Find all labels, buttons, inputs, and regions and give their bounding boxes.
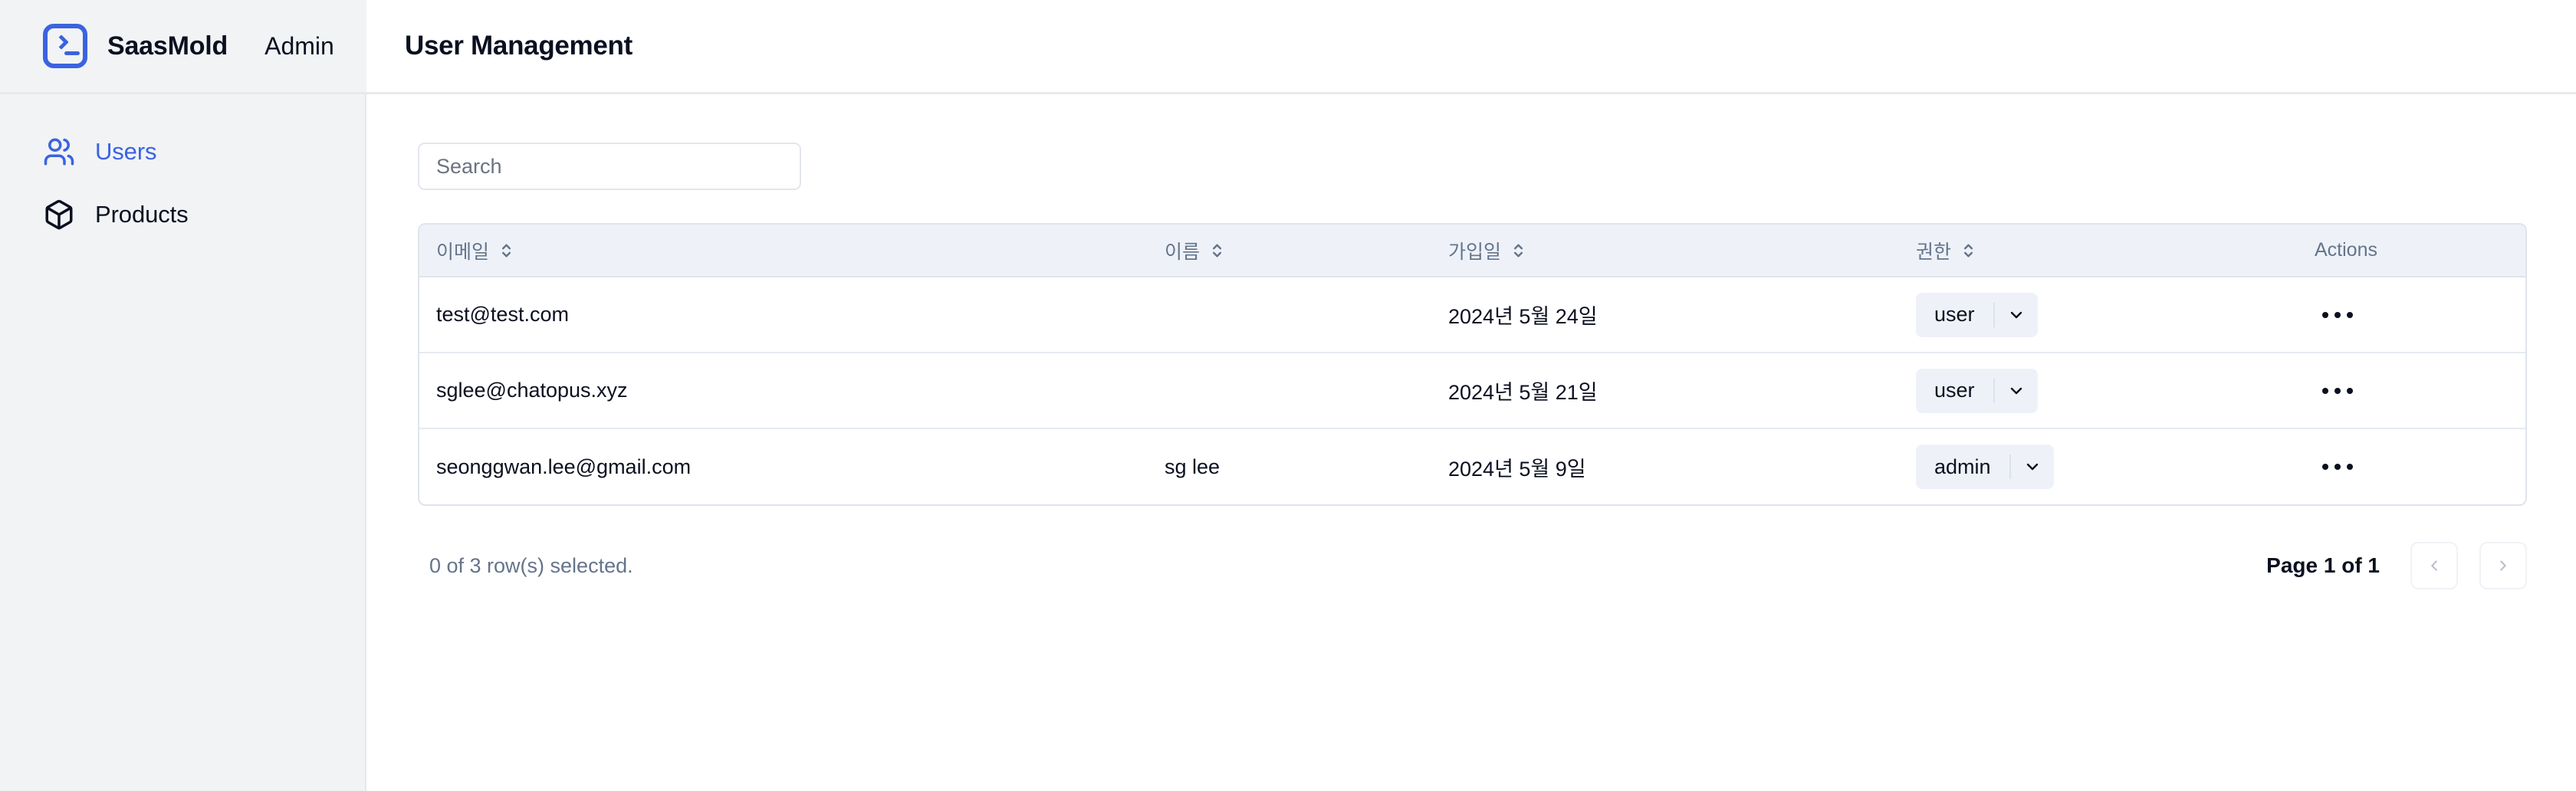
cell-name: [1148, 277, 1431, 353]
cell-name: sg lee: [1165, 455, 1221, 478]
ellipsis-dot: [2347, 464, 2353, 471]
page-title: User Management: [405, 31, 632, 61]
ellipsis-dot: [2334, 387, 2341, 394]
sidebar-item-products[interactable]: Products: [43, 192, 365, 238]
brand-name: SaasMold: [107, 31, 228, 61]
role-value: user: [1934, 303, 1975, 326]
cell-joined: 2024년 5월 9일: [1448, 457, 1586, 481]
chevron-down-icon[interactable]: [1995, 369, 2038, 413]
sidebar-item-label-users: Users: [95, 138, 157, 165]
brand-section-label[interactable]: Admin: [264, 32, 334, 61]
terminal-chevron-glyph: [54, 34, 69, 50]
ellipsis-dot: [2322, 387, 2328, 394]
cell-email: sglee@chatopus.xyz: [419, 353, 1148, 429]
ellipsis-dot: [2322, 464, 2328, 471]
top-bar: SaasMold Admin User Management: [0, 0, 2576, 94]
cell-actions: [2298, 428, 2525, 504]
cell-name: [1148, 353, 1431, 429]
cell-email: test@test.com: [419, 277, 1148, 353]
ellipsis-dot: [2347, 311, 2353, 318]
cell-role: admin: [1899, 428, 2298, 504]
column-header-email[interactable]: 이메일: [419, 225, 1148, 277]
column-header-role[interactable]: 권한: [1899, 225, 2298, 277]
previous-page-button[interactable]: [2410, 542, 2458, 589]
column-label-role: 권한: [1916, 241, 1952, 263]
chevron-left-icon: [2431, 560, 2437, 571]
sort-icon: [1513, 244, 1523, 257]
row-actions-ellipsis-icon[interactable]: [2315, 455, 2361, 479]
app-root: SaasMold Admin User Management Users Pro…: [0, 0, 2576, 791]
column-header-joined[interactable]: 가입일: [1431, 225, 1899, 277]
users-table-container: 이메일 이름 가입일 권한 Actions test@test.com 2024…: [418, 223, 2527, 506]
chevron-down-icon[interactable]: [1995, 293, 2038, 337]
cell-joined: 2024년 5월 21일: [1431, 353, 1899, 429]
table-row[interactable]: test@test.com 2024년 5월 24일 user: [419, 277, 2525, 353]
ellipsis-dot: [2334, 311, 2341, 318]
ellipsis-dot: [2347, 387, 2353, 394]
sidebar-item-users[interactable]: Users: [43, 129, 365, 175]
chevron-right-icon: [2500, 560, 2506, 571]
users-icon: [43, 136, 75, 168]
users-table: 이메일 이름 가입일 권한 Actions test@test.com 2024…: [419, 225, 2525, 504]
table-footer: 0 of 3 row(s) selected. Page 1 of 1: [418, 542, 2527, 589]
sort-icon: [501, 244, 511, 257]
row-actions-ellipsis-icon[interactable]: [2315, 379, 2361, 403]
column-label-joined: 가입일: [1448, 241, 1502, 263]
row-actions-ellipsis-icon[interactable]: [2315, 303, 2361, 327]
table-body: test@test.com 2024년 5월 24일 user sglee@ch…: [419, 277, 2525, 504]
column-header-actions: Actions: [2298, 225, 2525, 277]
cell-actions: [2298, 353, 2525, 429]
column-label-email: 이메일: [436, 241, 490, 263]
cell-role: user: [1899, 277, 2298, 353]
table-header-row: 이메일 이름 가입일 권한 Actions: [419, 225, 2525, 277]
role-value: user: [1934, 379, 1975, 402]
sort-icon: [1963, 244, 1973, 257]
cell-role: user: [1899, 353, 2298, 429]
brand-area[interactable]: SaasMold Admin: [0, 0, 366, 92]
cell-email: seonggwan.lee@gmail.com: [436, 455, 692, 478]
sidebar-item-label-products: Products: [95, 201, 189, 228]
column-header-name[interactable]: 이름: [1148, 225, 1431, 277]
terminal-icon: [43, 24, 87, 68]
rows-selected-label: 0 of 3 row(s) selected.: [429, 553, 633, 577]
main-content: 이메일 이름: [368, 97, 2576, 791]
role-select-button[interactable]: admin: [1916, 445, 2054, 489]
next-page-button[interactable]: [2479, 542, 2527, 589]
ellipsis-dot: [2334, 464, 2341, 471]
table-header: 이메일 이름 가입일 권한 Actions: [419, 225, 2525, 277]
sort-icon: [1212, 244, 1222, 257]
role-select-button[interactable]: user: [1916, 292, 2038, 337]
sidebar-nav: Users Products: [0, 97, 365, 254]
table-row[interactable]: sglee@chatopus.xyz 2024년 5월 21일 user: [419, 353, 2525, 429]
table-row[interactable]: seonggwan.lee@gmail.com sg lee 2024년 5월 …: [419, 428, 2525, 504]
ellipsis-dot: [2322, 311, 2328, 318]
page-title-container: User Management: [366, 0, 2576, 92]
terminal-underscore-glyph: [64, 51, 80, 55]
cell-actions: [2298, 277, 2525, 353]
page-indicator: Page 1 of 1: [2266, 553, 2380, 577]
column-label-actions: Actions: [2315, 239, 2377, 261]
role-value: admin: [1934, 455, 1991, 478]
box-icon: [43, 199, 75, 231]
column-label-name: 이름: [1165, 241, 1201, 263]
cell-joined: 2024년 5월 24일: [1431, 277, 1899, 353]
chevron-down-icon[interactable]: [2011, 445, 2054, 489]
search-input[interactable]: [418, 143, 801, 190]
role-select-button[interactable]: user: [1916, 368, 2038, 413]
pagination-controls: Page 1 of 1: [2266, 542, 2527, 589]
